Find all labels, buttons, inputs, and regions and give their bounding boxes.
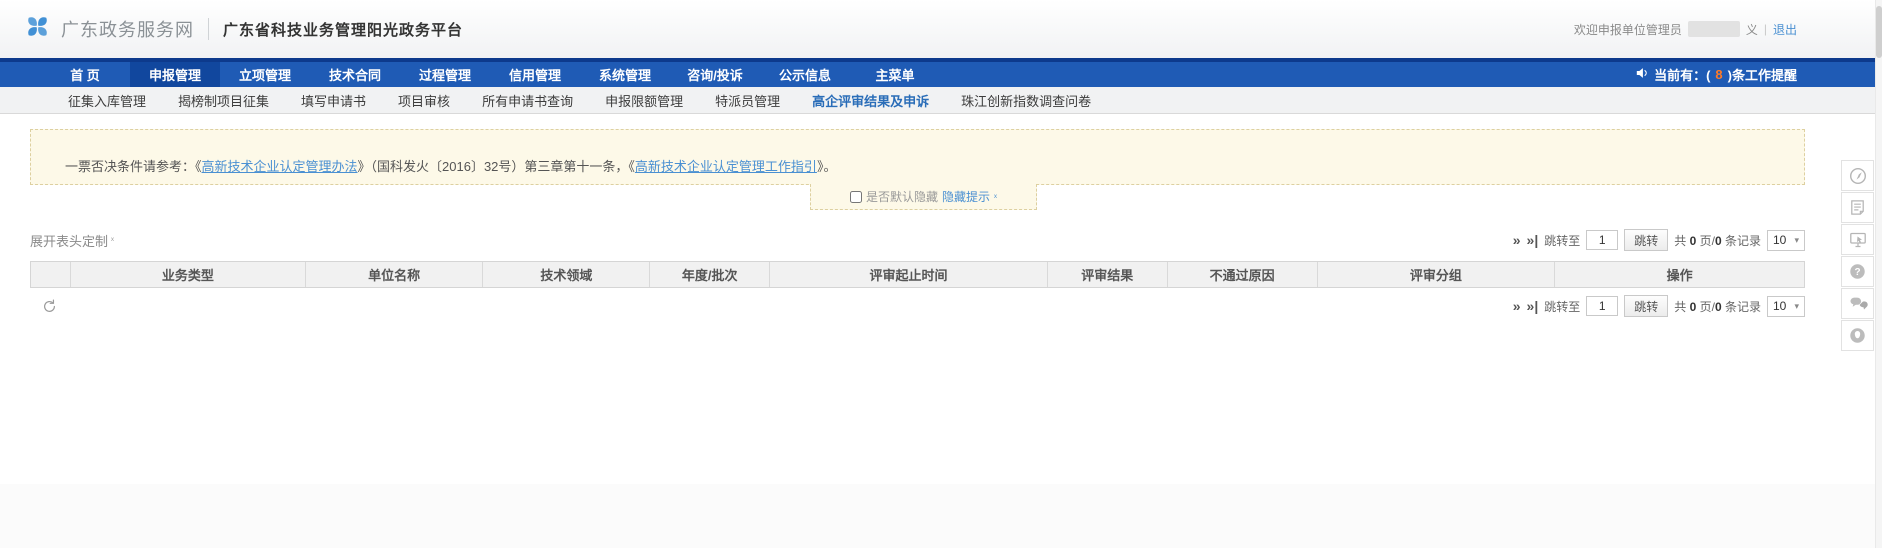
work-reminder[interactable]: 当前有：( 8 )条工作提醒 <box>1636 62 1797 87</box>
col-year-batch: 年度/批次 <box>650 262 770 287</box>
subnav-item-fill-application[interactable]: 填写申请书 <box>285 91 382 110</box>
chevron-down-icon: ▾ <box>1794 301 1799 312</box>
compass-icon[interactable] <box>1841 160 1874 191</box>
col-select <box>31 262 71 287</box>
hide-prompt-tab: 是否默认隐藏 隐藏提示 ˣ <box>810 184 1037 210</box>
col-fail-reason: 不通过原因 <box>1168 262 1318 287</box>
collapse-mark-icon: ˣ <box>994 192 997 202</box>
expand-mark-icon: ˣ <box>111 235 114 245</box>
service-icon[interactable] <box>1841 320 1874 351</box>
nav-item-tech-contract[interactable]: 技术合同 <box>310 62 400 87</box>
nav-item-main-menu[interactable]: 主菜单 <box>850 62 940 87</box>
jump-label: 跳转至 <box>1544 298 1580 315</box>
table-footer-row: » »| 跳转至 跳转 共 0 页/0 条记录 10 ▾ <box>30 295 1805 317</box>
scrollbar-track[interactable] <box>1875 0 1882 548</box>
expand-header-label: 展开表头定制 <box>30 231 108 250</box>
user-separator: | <box>1764 22 1767 36</box>
speaker-icon <box>1636 67 1649 82</box>
platform-title: 广东省科技业务管理阳光政务平台 <box>223 19 463 40</box>
table-controls-row: 展开表头定制 ˣ » »| 跳转至 跳转 共 0 页/0 条记录 10 ▾ <box>30 229 1805 251</box>
refresh-icon[interactable] <box>42 299 57 314</box>
next-page-icon[interactable]: » <box>1513 299 1521 313</box>
jump-button[interactable]: 跳转 <box>1624 229 1668 251</box>
svg-text:?: ? <box>1854 267 1860 278</box>
page-size-value: 10 <box>1773 299 1786 313</box>
notice-text-3: 》。 <box>817 159 837 174</box>
sub-nav: 征集入库管理 揭榜制项目征集 填写申请书 项目审核 所有申请书查询 申报限额管理… <box>0 87 1882 114</box>
reminder-suffix: )条工作提醒 <box>1728 65 1797 84</box>
reminder-prefix: 当前有：( <box>1654 65 1710 84</box>
page-size-select[interactable]: 10 ▾ <box>1767 230 1805 251</box>
col-business-type: 业务类型 <box>71 262 306 287</box>
gdzwfw-logo-icon <box>24 13 51 45</box>
record-count: 0 <box>1715 234 1722 248</box>
brand-divider <box>208 18 209 40</box>
subnav-item-all-applications[interactable]: 所有申请书查询 <box>466 91 589 110</box>
expand-header-control[interactable]: 展开表头定制 ˣ <box>30 231 114 250</box>
subnav-item-unveiling-projects[interactable]: 揭榜制项目征集 <box>162 91 285 110</box>
subnav-item-project-review[interactable]: 项目审核 <box>382 91 466 110</box>
chevron-down-icon: ▾ <box>1794 235 1799 246</box>
portal-name: 广东政务服务网 <box>61 16 194 42</box>
record-count: 0 <box>1715 300 1722 314</box>
welcome-text: 欢迎申报单位管理员 <box>1574 21 1682 38</box>
reminder-count: 8 <box>1715 67 1722 82</box>
col-tech-field: 技术领域 <box>483 262 650 287</box>
default-hide-label: 是否默认隐藏 <box>866 188 938 205</box>
main-content: 一票否决条件请参考：《高新技术企业认定管理办法》（国科发火〔2016〕32号）第… <box>0 114 1882 484</box>
subnav-item-commissioner-mgmt[interactable]: 特派员管理 <box>699 91 796 110</box>
nav-item-system-mgmt[interactable]: 系统管理 <box>580 62 670 87</box>
nav-item-project-setup[interactable]: 立项管理 <box>220 62 310 87</box>
nav-item-process-mgmt[interactable]: 过程管理 <box>400 62 490 87</box>
jump-label: 跳转至 <box>1544 232 1580 249</box>
col-operation: 操作 <box>1555 262 1804 287</box>
subnav-item-pearl-river-survey[interactable]: 珠江创新指数调查问卷 <box>945 91 1107 110</box>
subnav-item-collection-mgmt[interactable]: 征集入库管理 <box>52 91 162 110</box>
help-icon[interactable]: ? <box>1841 256 1874 287</box>
top-header: 广东政务服务网 广东省科技业务管理阳光政务平台 欢迎申报单位管理员 义 | 退出 <box>0 0 1882 58</box>
page-bottom-area <box>0 484 1882 548</box>
results-table-header: 业务类型 单位名称 技术领域 年度/批次 评审起止时间 评审结果 不通过原因 评… <box>30 261 1805 288</box>
subnav-item-quota-mgmt[interactable]: 申报限额管理 <box>589 91 699 110</box>
monitor-icon[interactable] <box>1841 224 1874 255</box>
logout-link[interactable]: 退出 <box>1773 21 1797 38</box>
jump-page-input[interactable] <box>1586 230 1618 250</box>
subnav-item-hte-review-appeal[interactable]: 高企评审结果及申诉 <box>796 91 945 110</box>
nav-item-home[interactable]: 首 页 <box>40 62 130 87</box>
nav-item-consult-complaint[interactable]: 咨询/投诉 <box>670 62 760 87</box>
pagination-top: » »| 跳转至 跳转 共 0 页/0 条记录 10 ▾ <box>1513 229 1805 251</box>
page-summary: 共 0 页/0 条记录 <box>1674 298 1761 315</box>
veto-notice: 一票否决条件请参考：《高新技术企业认定管理办法》（国科发火〔2016〕32号）第… <box>30 129 1805 185</box>
last-page-icon[interactable]: »| <box>1527 233 1539 247</box>
nav-item-credit-mgmt[interactable]: 信用管理 <box>490 62 580 87</box>
notice-link-measures[interactable]: 高新技术企业认定管理办法 <box>202 159 358 174</box>
user-area: 欢迎申报单位管理员 义 | 退出 <box>1574 0 1797 58</box>
nav-item-public-info[interactable]: 公示信息 <box>760 62 850 87</box>
col-review-period: 评审起止时间 <box>770 262 1048 287</box>
user-name-redacted <box>1688 21 1740 37</box>
nav-item-declare-mgmt[interactable]: 申报管理 <box>130 62 220 87</box>
hide-prompt-link[interactable]: 隐藏提示 <box>942 188 990 205</box>
chat-icon[interactable] <box>1841 288 1874 319</box>
notice-text-1: 一票否决条件请参考：《 <box>65 159 202 174</box>
main-nav: 首 页 申报管理 立项管理 技术合同 过程管理 信用管理 系统管理 咨询/投诉 … <box>0 58 1882 87</box>
news-icon[interactable] <box>1841 192 1874 223</box>
scrollbar-thumb[interactable] <box>1876 6 1882 58</box>
col-review-group: 评审分组 <box>1318 262 1556 287</box>
pagination-bottom: » »| 跳转至 跳转 共 0 页/0 条记录 10 ▾ <box>1513 295 1805 317</box>
col-unit-name: 单位名称 <box>306 262 484 287</box>
col-review-result: 评审结果 <box>1048 262 1168 287</box>
page-summary: 共 0 页/0 条记录 <box>1674 232 1761 249</box>
jump-button[interactable]: 跳转 <box>1624 295 1668 317</box>
last-page-icon[interactable]: »| <box>1527 299 1539 313</box>
page-size-value: 10 <box>1773 233 1786 247</box>
default-hide-checkbox[interactable] <box>850 191 862 203</box>
notice-text-2: 》（国科发火〔2016〕32号）第三章第十一条，《 <box>358 159 635 174</box>
notice-link-guidelines[interactable]: 高新技术企业认定管理工作指引 <box>635 159 817 174</box>
user-name-suffix: 义 <box>1746 21 1758 38</box>
jump-page-input[interactable] <box>1586 296 1618 316</box>
side-toolbar: ? <box>1841 160 1874 351</box>
page-size-select[interactable]: 10 ▾ <box>1767 296 1805 317</box>
next-page-icon[interactable]: » <box>1513 233 1521 247</box>
